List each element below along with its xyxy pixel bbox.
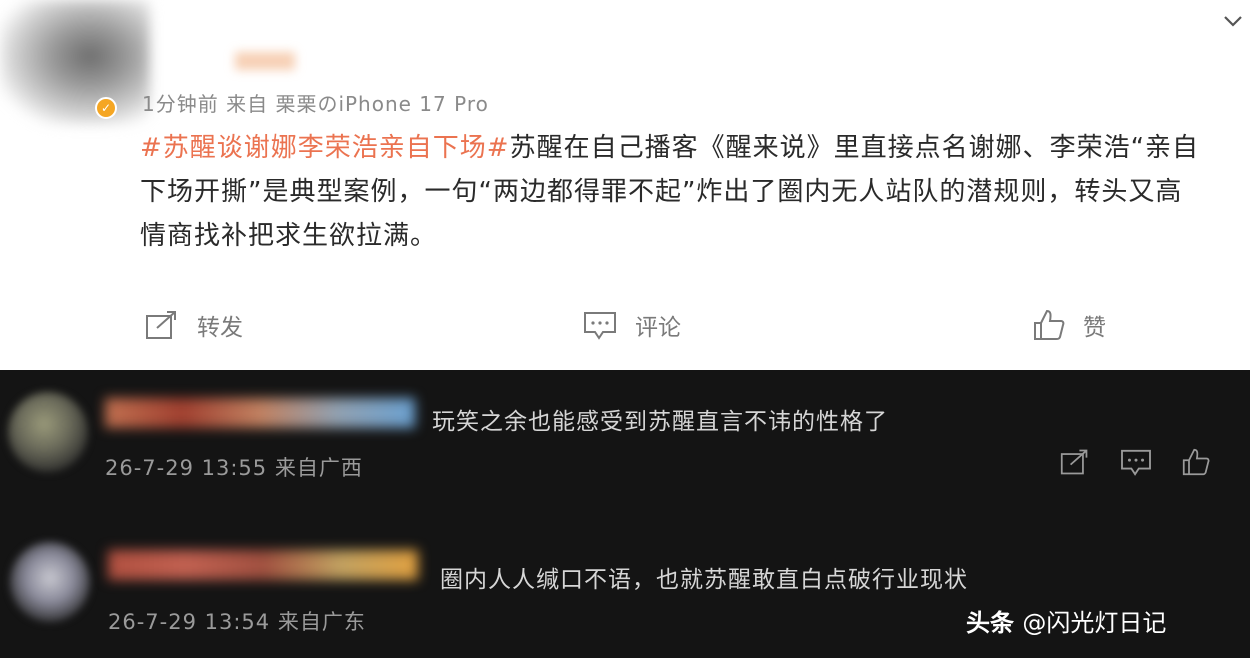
like-button[interactable]: 赞: [1033, 300, 1106, 350]
weibo-post: ✓ 1分钟前 来自 栗栗のiPhone 17 Pro #苏醒谈谢娜李荣浩亲自下场…: [0, 0, 1250, 370]
comment-text: 圈内人人缄口不语，也就苏醒敢直白点破行业现状: [440, 567, 968, 593]
post-text-line3: 情商找补把求生欲拉满。: [140, 221, 438, 251]
comment-actions: [1060, 448, 1210, 476]
repost-icon: [146, 311, 176, 339]
post-meta: 1分钟前 来自 栗栗のiPhone 17 Pro: [142, 92, 489, 116]
thumbs-up-icon: [1034, 309, 1065, 340]
comment-text: 玩笑之余也能感受到苏醒直言不讳的性格了: [432, 409, 888, 435]
watermark-handle: @闪光灯日记: [1022, 609, 1167, 637]
like-label: 赞: [1083, 315, 1106, 341]
repost-label: 转发: [197, 315, 243, 341]
commenter-name-redacted: [105, 398, 415, 428]
comment-meta: 26-7-29 13:55 来自广西: [105, 456, 363, 480]
post-text-line2: 下场开撕”是典型案例，一句“两边都得罪不起”炸出了圈内无人站队的潜规则，转头又高: [140, 177, 1183, 207]
commenter-avatar[interactable]: [10, 542, 90, 622]
author-avatar[interactable]: [0, 0, 150, 125]
post-text-line1: 苏醒在自己播客《醒来说》里直接点名谢娜、李荣浩“亲自: [509, 133, 1200, 163]
post-actions: 转发 评论 赞: [0, 300, 1250, 350]
author-name-redacted: [235, 52, 295, 70]
comment-label: 评论: [635, 315, 681, 341]
post-body: #苏醒谈谢娜李荣浩亲自下场#苏醒在自己播客《醒来说》里直接点名谢娜、李荣浩“亲自…: [140, 126, 1245, 258]
watermark-brand: 头条: [966, 609, 1014, 637]
commenter-name-redacted: [108, 550, 418, 580]
repost-icon[interactable]: [1060, 448, 1090, 476]
chevron-down-icon[interactable]: [1222, 10, 1244, 32]
watermark: 头条 @闪光灯日记: [966, 603, 1166, 638]
comment-meta: 26-7-29 13:54 来自广东: [108, 610, 366, 634]
repost-button[interactable]: 转发: [145, 300, 243, 350]
comment-icon: [584, 312, 616, 340]
comment-button[interactable]: 评论: [583, 300, 681, 350]
hashtag-link[interactable]: #苏醒谈谢娜李荣浩亲自下场#: [140, 133, 510, 163]
verified-badge-icon: ✓: [95, 97, 117, 119]
comment-icon[interactable]: [1120, 448, 1152, 476]
thumbs-up-icon[interactable]: [1182, 448, 1210, 476]
commenter-avatar[interactable]: [8, 392, 88, 472]
